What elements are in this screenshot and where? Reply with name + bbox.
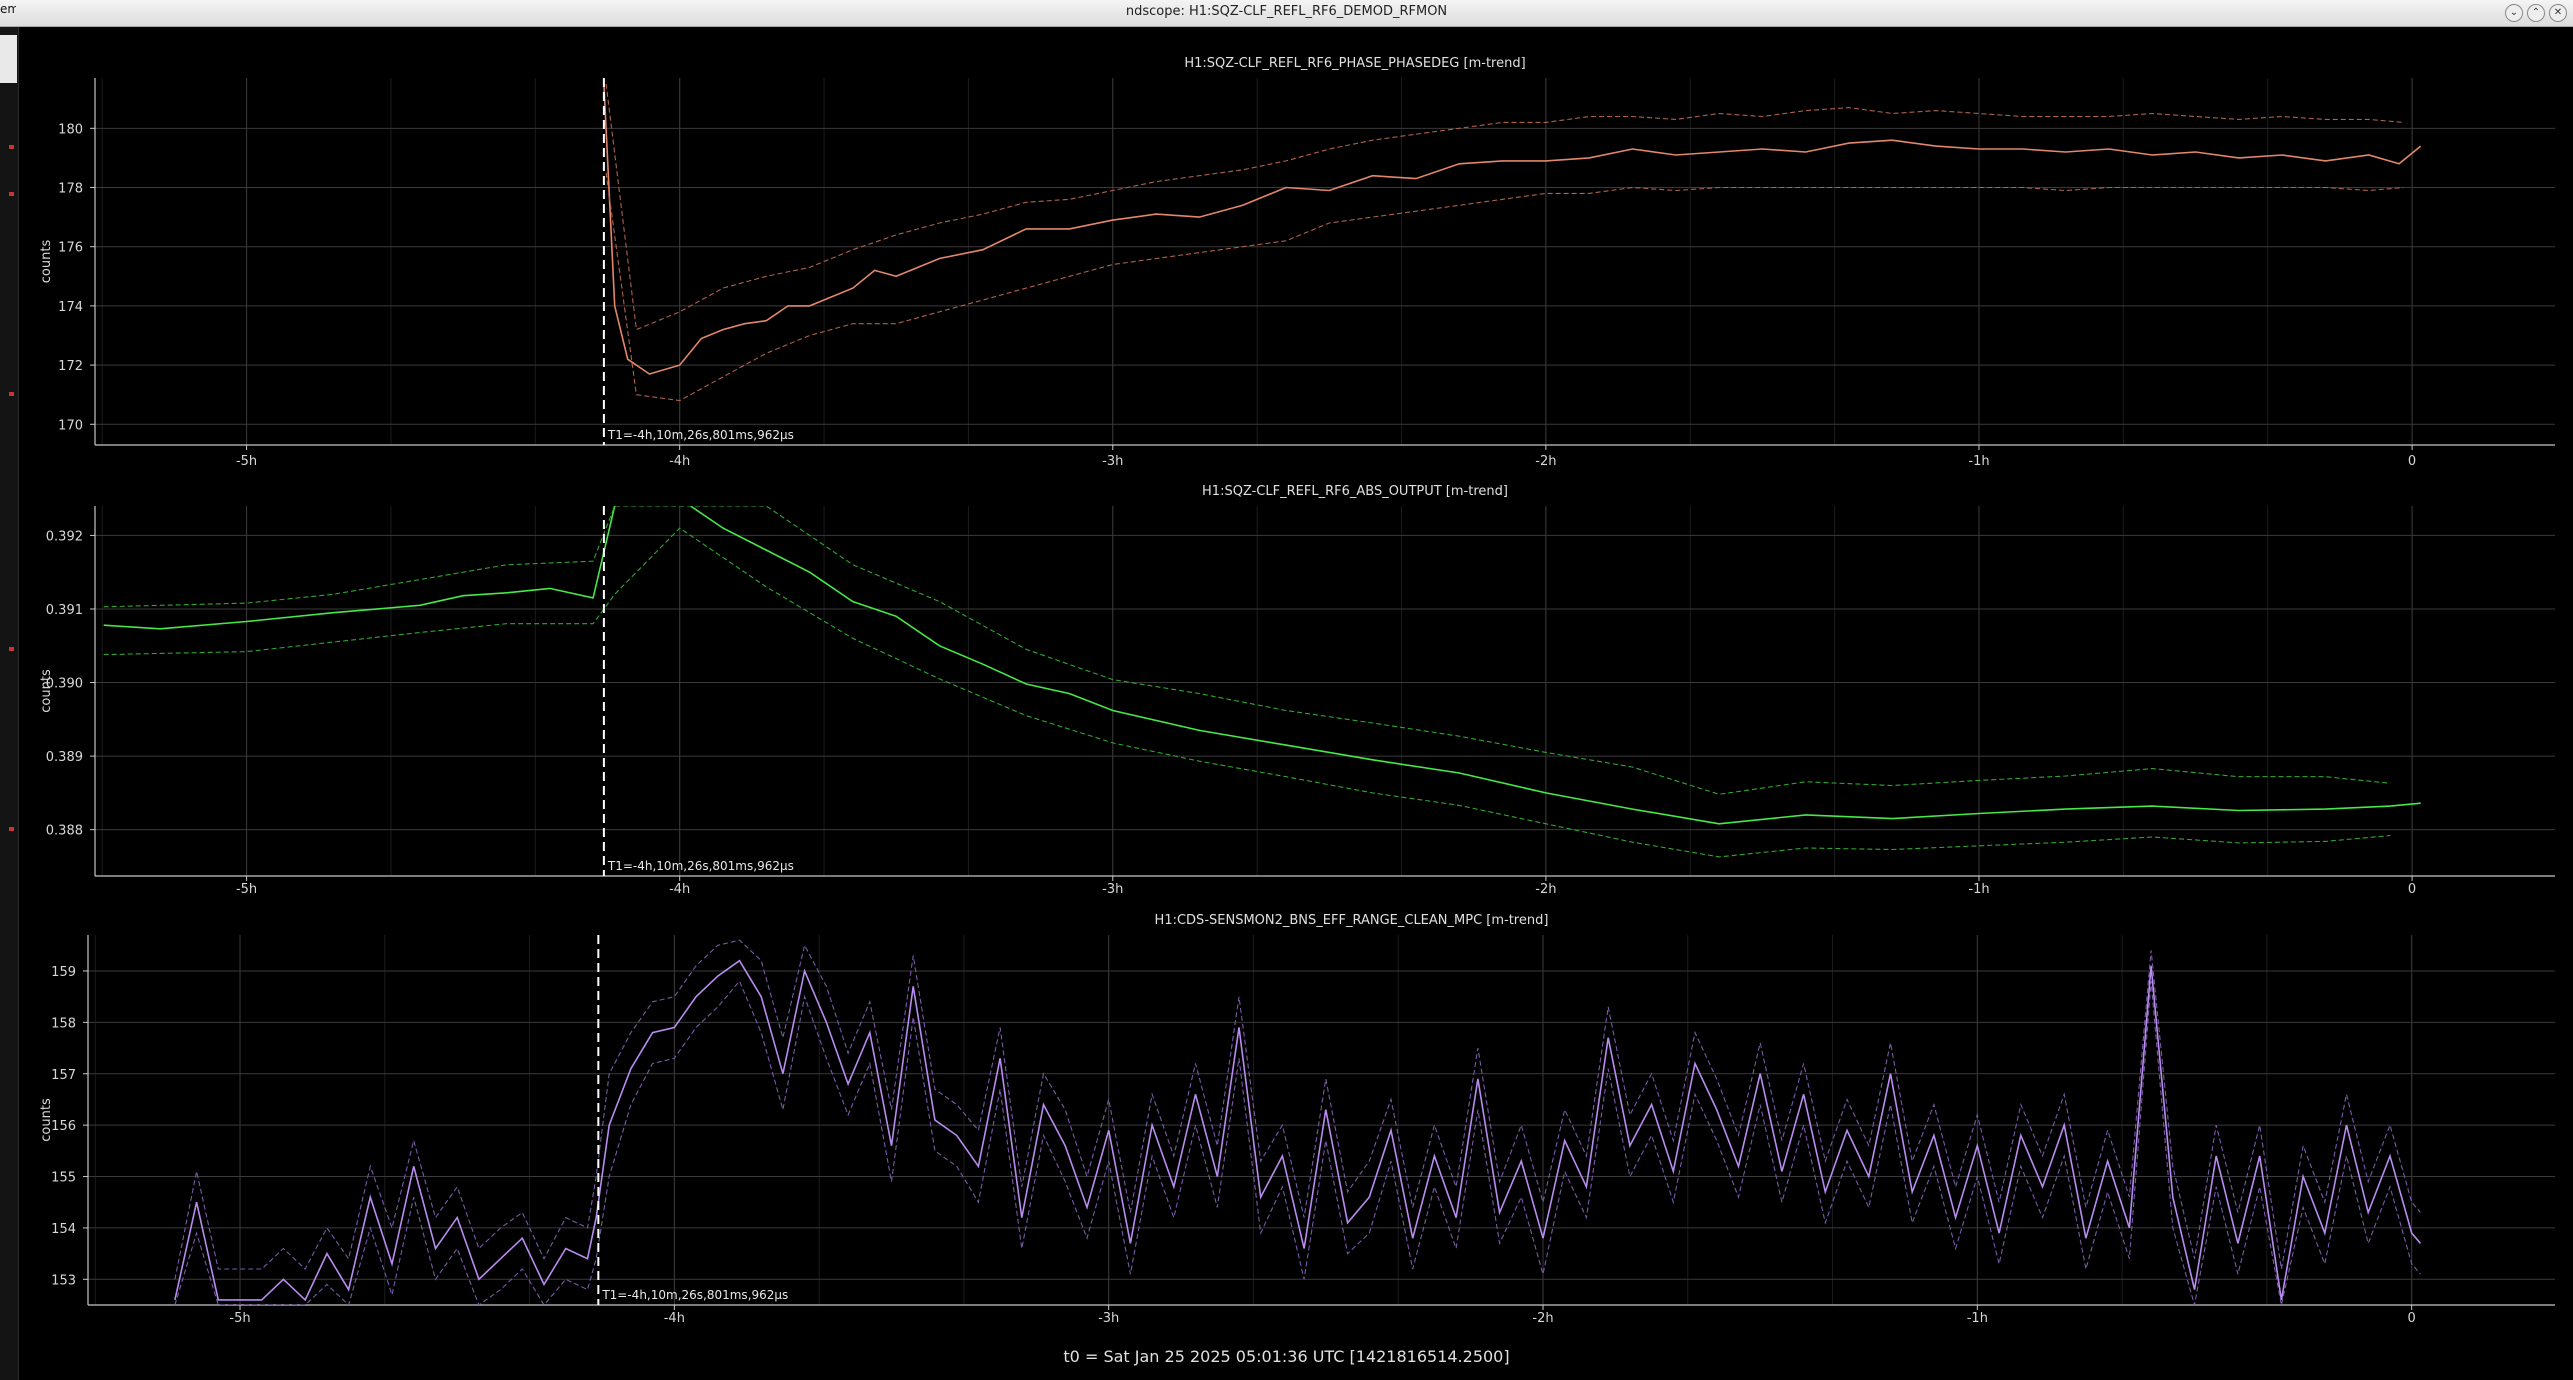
x-tick-label: -1h	[1968, 454, 1989, 469]
series-group	[174, 939, 2422, 1305]
x-tick-label: 0	[2408, 882, 2416, 897]
x-tick-label: -2h	[1535, 454, 1556, 469]
x-tick-label: -1h	[1968, 882, 1989, 897]
y-tick-label: 0.391	[46, 603, 83, 618]
y-tick-label: 174	[58, 300, 83, 315]
series-line-mean	[603, 83, 2422, 375]
y-tick-label: 158	[51, 1016, 76, 1031]
y-tick-label: 172	[58, 359, 83, 374]
plot-title: H1:SQZ-CLF_REFL_RF6_ABS_OUTPUT [m-trend]	[1202, 484, 1508, 499]
plot-title: H1:SQZ-CLF_REFL_RF6_PHASE_PHASEDEG [m-tr…	[1184, 56, 1525, 71]
y-tick-label: 178	[58, 182, 83, 197]
x-tick-label: -3h	[1098, 1311, 1119, 1326]
y-tick-label: 0.388	[46, 824, 83, 839]
y-tick-label: 156	[51, 1119, 76, 1134]
x-tick-label: -5h	[236, 454, 257, 469]
plots-canvas[interactable]: -5h -4h -3h -2h -1h 0 170 172 174 176 178 180 H1:SQZ…	[0, 0, 2573, 1380]
cursor-t1-label: T1=-4h,10m,26s,801ms,962µs	[607, 428, 794, 442]
y-tick-label: 0.392	[46, 529, 83, 544]
x-tick-label: -5h	[229, 1311, 250, 1326]
x-tick-label: -3h	[1102, 454, 1123, 469]
y-tick-label: 170	[58, 418, 83, 433]
x-tick-label: 0	[2408, 454, 2416, 469]
y-tick-label: 0.389	[46, 750, 83, 765]
series-line-min	[174, 980, 2421, 1305]
x-tick-label: -5h	[236, 882, 257, 897]
series-line-min	[605, 172, 2404, 402]
series-line-mean	[174, 959, 2422, 1302]
x-tick-label: -4h	[669, 882, 690, 897]
plot-title: H1:CDS-SENSMON2_BNS_EFF_RANGE_CLEAN_MPC …	[1155, 913, 1549, 928]
y-tick-label: 153	[51, 1273, 76, 1288]
x-tick-label: -3h	[1102, 882, 1123, 897]
y-tick-label: 176	[58, 241, 83, 256]
y-tick-label: 157	[51, 1068, 76, 1083]
y-tick-label: 155	[51, 1171, 76, 1186]
plot-3[interactable]: -5h -4h -3h -2h -1h 0 153 154 155 156 157 158 159 H1:…	[39, 913, 2555, 1326]
y-axis-label: counts	[39, 240, 54, 284]
x-tick-label: -2h	[1532, 1311, 1553, 1326]
y-axis-label: counts	[39, 669, 54, 713]
plot-1[interactable]: -5h -4h -3h -2h -1h 0 170 172 174 176 178 180 H1:SQZ…	[39, 56, 2555, 469]
x-tick-label: -4h	[664, 1311, 685, 1326]
x-tick-label: -4h	[669, 454, 690, 469]
cursor-t1-label: T1=-4h,10m,26s,801ms,962µs	[607, 859, 794, 873]
plot-2[interactable]: -5h -4h -3h -2h -1h 00.3880.3890.3900.3910.39…	[39, 484, 2555, 897]
cursor-t1-label: T1=-4h,10m,26s,801ms,962µs	[601, 1288, 788, 1302]
x-tick-label: -1h	[1967, 1311, 1988, 1326]
series-line-max	[103, 506, 2391, 795]
x-tick-label: 0	[2408, 1311, 2416, 1326]
y-tick-label: 159	[51, 965, 76, 980]
series-line-min	[103, 527, 2391, 858]
y-tick-label: 180	[58, 122, 83, 137]
y-tick-label: 154	[51, 1222, 76, 1237]
series-line-max	[605, 83, 2404, 331]
series-group	[603, 83, 2422, 402]
x-tick-label: -2h	[1535, 882, 1556, 897]
t0-label: t0 = Sat Jan 25 2025 05:01:36 UTC [14218…	[1063, 1347, 1510, 1366]
series-line-mean	[103, 506, 2421, 825]
y-axis-label: counts	[39, 1098, 54, 1142]
series-group	[103, 506, 2421, 858]
